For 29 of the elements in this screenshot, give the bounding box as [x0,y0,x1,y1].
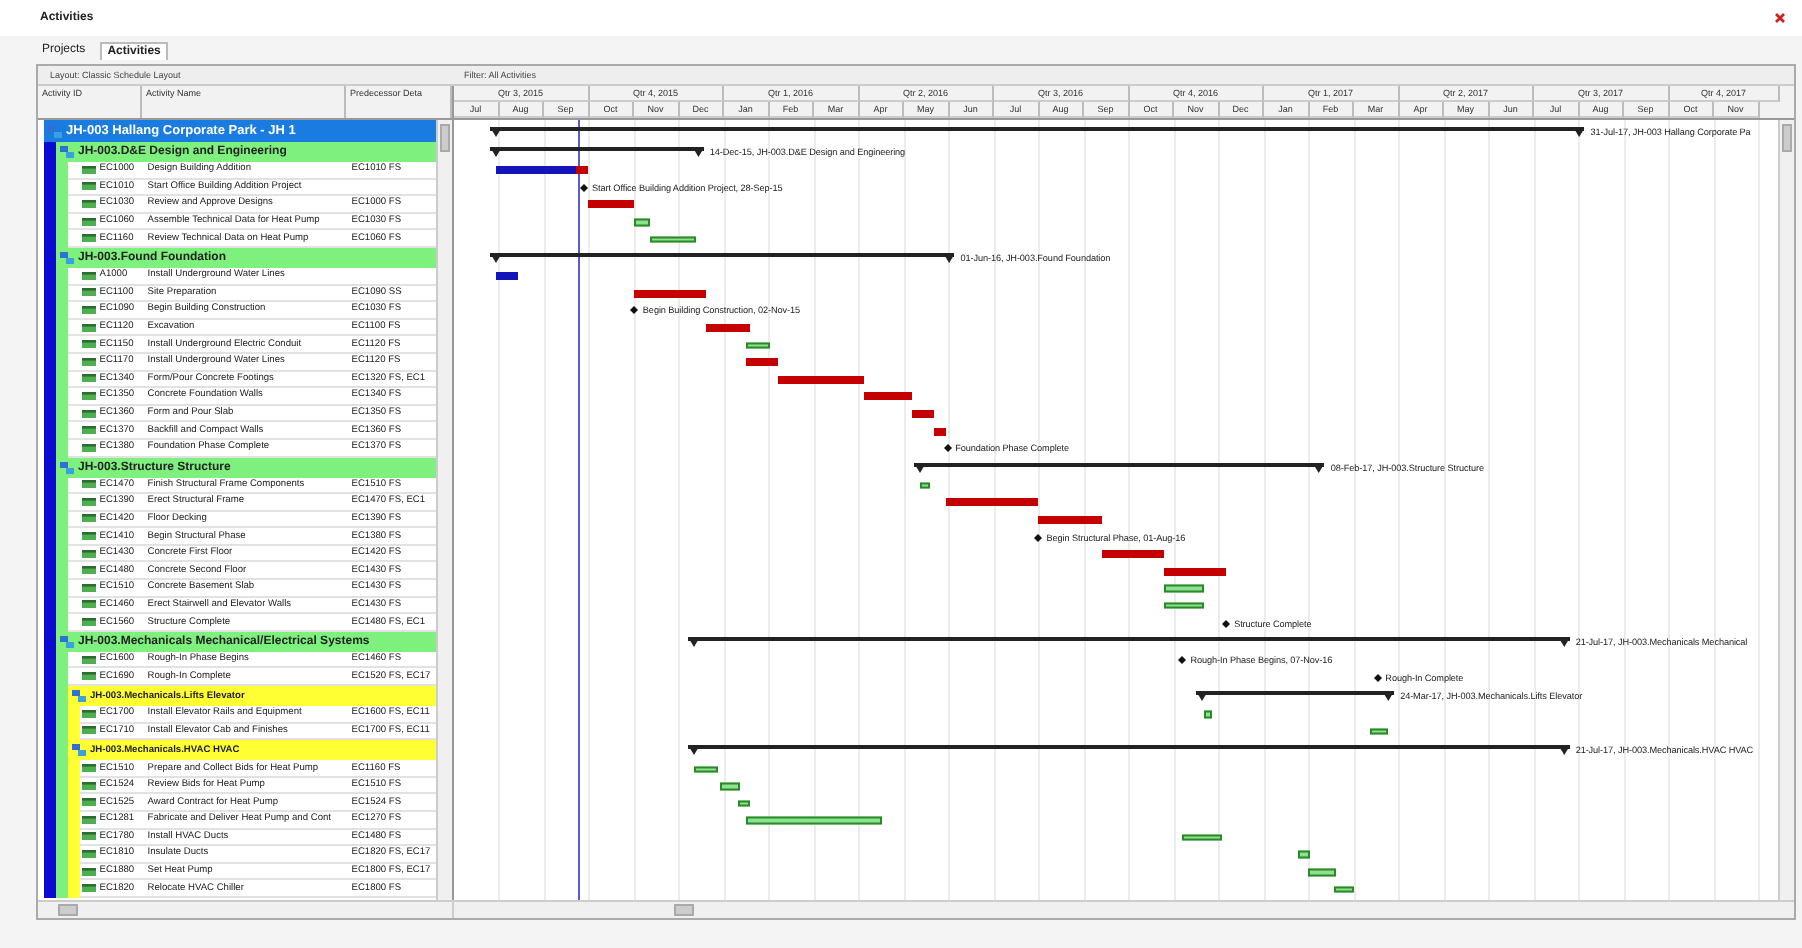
activity-bar[interactable] [1163,567,1227,576]
wbs-icon [72,690,86,703]
scrollbar[interactable] [1778,120,1794,900]
activity-bar[interactable] [495,272,518,281]
milestone-diamond[interactable] [943,444,952,453]
close-icon[interactable] [1774,12,1786,24]
wbs-icon [60,635,74,648]
wbs-icon [60,251,74,264]
activity-bar[interactable] [495,166,577,175]
wbs-icon [72,744,86,757]
activity-bar[interactable] [1038,515,1102,524]
activity-bar[interactable] [912,410,934,419]
activity-bar[interactable] [706,324,750,333]
wbs-icon [60,461,74,473]
activity-bar[interactable] [588,200,635,209]
activity-bar[interactable] [634,289,707,298]
milestone-diamond[interactable] [1222,619,1231,628]
milestone-diamond[interactable] [630,306,639,315]
activity-bar[interactable] [933,427,946,436]
activity-bar[interactable] [576,166,589,175]
scrollbar[interactable] [435,120,452,900]
activity-bar[interactable] [746,358,778,367]
milestone-diamond[interactable] [1178,656,1187,665]
milestone-diamond[interactable] [1034,533,1043,542]
activity-bar[interactable] [863,392,913,401]
activity-bar[interactable] [1101,550,1164,559]
activity-bar[interactable] [777,375,863,384]
activity-bar[interactable] [945,498,1039,507]
milestone-diamond[interactable] [1373,673,1382,682]
